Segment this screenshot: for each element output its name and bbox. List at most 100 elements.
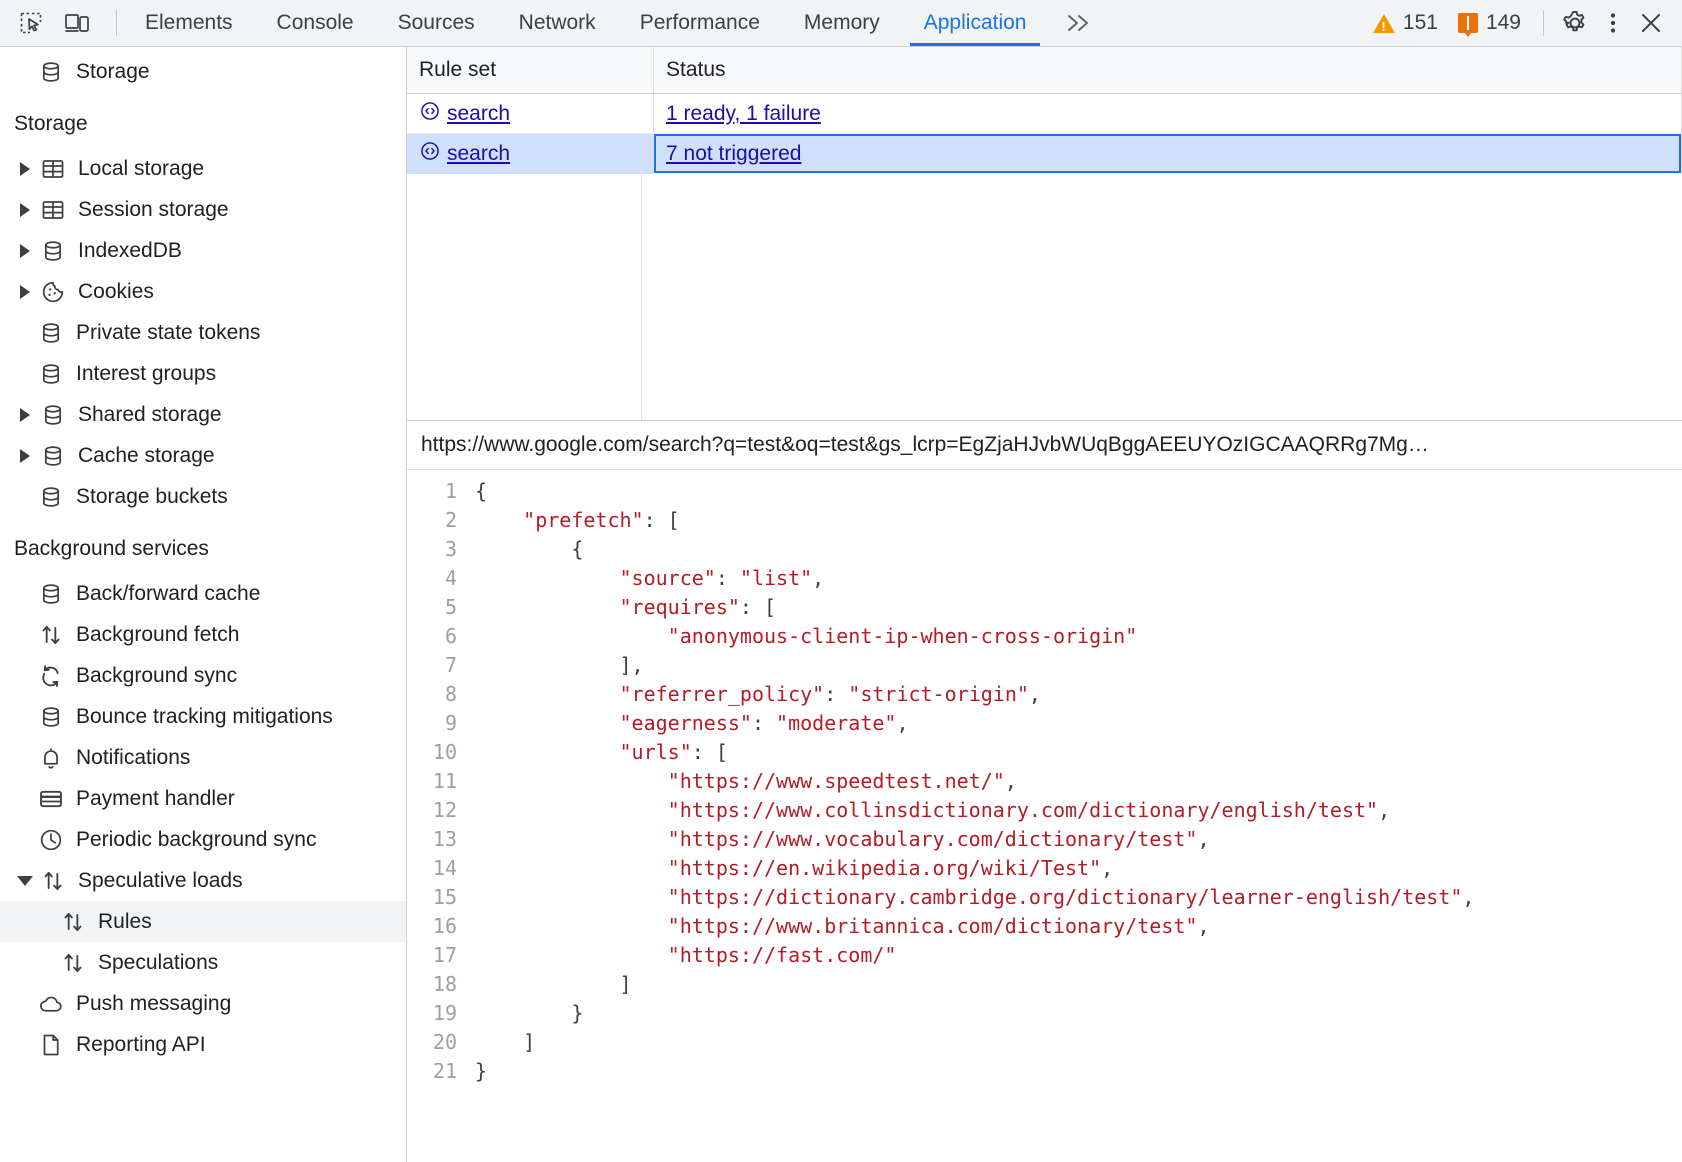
sidebar-item-indexeddb[interactable]: IndexedDB	[0, 230, 406, 271]
code-string: "https://www.speedtest.net/"	[668, 769, 1005, 793]
sidebar-item-reporting-api[interactable]: Reporting API	[0, 1024, 406, 1065]
sidebar-item-local-storage[interactable]: Local storage	[0, 148, 406, 189]
gear-icon[interactable]	[1558, 6, 1592, 40]
code-string: "requires"	[620, 595, 740, 619]
sidebar-section-storage-title: Storage	[0, 100, 406, 148]
collapse-triangle-icon[interactable]	[14, 876, 36, 886]
sidebar-item-label: Payment handler	[76, 788, 235, 809]
more-tabs-chevron-icon[interactable]	[1048, 0, 1110, 46]
code-punctuation: ,	[1029, 682, 1041, 706]
code-punctuation: ,	[896, 711, 908, 735]
sidebar-item-storage-top[interactable]: Storage	[0, 51, 406, 92]
device-toolbar-icon[interactable]	[60, 6, 94, 40]
sidebar-item-speculations[interactable]: Speculations	[0, 942, 406, 983]
sidebar-item-periodic-background-sync[interactable]: Periodic background sync	[0, 819, 406, 860]
database-icon	[38, 238, 68, 264]
expand-triangle-icon[interactable]	[14, 162, 36, 176]
sidebar-item-storage-buckets[interactable]: Storage buckets	[0, 476, 406, 517]
code-punctuation	[475, 682, 620, 706]
sidebar-item-private-state-tokens[interactable]: Private state tokens	[0, 312, 406, 353]
code-punctuation: ,	[1197, 827, 1209, 851]
panel-tabs: Elements Console Sources Network Perform…	[123, 0, 1110, 46]
rule-set-link[interactable]: search	[447, 102, 510, 126]
sidebar-item-label: Cache storage	[78, 445, 215, 466]
rule-set-source-code[interactable]: 1{2 "prefetch": [3 {4 "source": "list",5…	[407, 470, 1682, 1162]
sidebar-item-interest-groups[interactable]: Interest groups	[0, 353, 406, 394]
sidebar-item-session-storage[interactable]: Session storage	[0, 189, 406, 230]
tab-performance[interactable]: Performance	[618, 0, 782, 46]
sidebar-item-bounce-tracking-mitigations[interactable]: Bounce tracking mitigations	[0, 696, 406, 737]
sidebar-item-payment-handler[interactable]: Payment handler	[0, 778, 406, 819]
expand-triangle-icon[interactable]	[14, 449, 36, 463]
sidebar-item-notifications[interactable]: Notifications	[0, 737, 406, 778]
sidebar-item-push-messaging[interactable]: Push messaging	[0, 983, 406, 1024]
code-punctuation	[475, 943, 668, 967]
kebab-menu-icon[interactable]	[1596, 6, 1630, 40]
sidebar-item-back-forward-cache[interactable]: Back/forward cache	[0, 573, 406, 614]
database-icon	[36, 484, 66, 510]
tab-sources[interactable]: Sources	[376, 0, 497, 46]
sidebar-item-background-fetch[interactable]: Background fetch	[0, 614, 406, 655]
expand-triangle-icon[interactable]	[14, 203, 36, 217]
column-header-rule-set[interactable]: Rule set	[407, 47, 654, 94]
code-string: "list"	[740, 566, 812, 590]
tab-application[interactable]: Application	[902, 0, 1049, 46]
code-line-content: ]	[475, 970, 632, 999]
code-line-content: ],	[475, 651, 644, 680]
table-row[interactable]: search 1 ready, 1 failure	[407, 94, 1682, 134]
code-punctuation	[475, 798, 668, 822]
expand-triangle-icon[interactable]	[14, 244, 36, 258]
code-punctuation	[475, 566, 620, 590]
status-cell[interactable]: 1 ready, 1 failure	[654, 94, 1682, 134]
expand-triangle-icon[interactable]	[14, 408, 36, 422]
close-icon[interactable]	[1634, 6, 1668, 40]
column-header-status[interactable]: Status	[654, 47, 1682, 94]
code-string: "strict-origin"	[848, 682, 1029, 706]
code-line: 3 {	[407, 535, 1682, 564]
code-punctuation: ,	[1101, 856, 1113, 880]
code-punctuation: }	[475, 1001, 583, 1025]
tab-memory[interactable]: Memory	[782, 0, 902, 46]
sidebar-item-label: Cookies	[78, 281, 154, 302]
tab-console[interactable]: Console	[255, 0, 376, 46]
rule-set-url: https://www.google.com/search?q=test&oq=…	[407, 421, 1682, 470]
updown-arrows-icon	[38, 868, 68, 894]
warning-count-button[interactable]: ! 151	[1365, 11, 1446, 35]
sidebar-item-label: Local storage	[78, 158, 204, 179]
rule-set-cell[interactable]: search	[407, 134, 654, 174]
tab-network[interactable]: Network	[497, 0, 618, 46]
table-row[interactable]: search 7 not triggered	[407, 134, 1682, 174]
code-line-content: "https://www.speedtest.net/",	[475, 767, 1017, 796]
database-icon	[36, 704, 66, 730]
rule-set-link[interactable]: search	[447, 142, 510, 166]
tab-elements[interactable]: Elements	[123, 0, 255, 46]
status-cell[interactable]: 7 not triggered	[654, 134, 1682, 174]
rule-set-cell[interactable]: search	[407, 94, 654, 134]
code-string: "eagerness"	[620, 711, 752, 735]
code-string: "https://en.wikipedia.org/wiki/Test"	[668, 856, 1101, 880]
sidebar-item-label: Speculations	[98, 952, 218, 973]
code-string: "anonymous-client-ip-when-cross-origin"	[668, 624, 1138, 648]
sidebar-item-shared-storage[interactable]: Shared storage	[0, 394, 406, 435]
sidebar-item-cache-storage[interactable]: Cache storage	[0, 435, 406, 476]
line-number: 11	[407, 767, 475, 796]
code-string: "source"	[620, 566, 716, 590]
sidebar-item-speculative-loads[interactable]: Speculative loads	[0, 860, 406, 901]
sidebar-item-cookies[interactable]: Cookies	[0, 271, 406, 312]
status-link[interactable]: 1 ready, 1 failure	[666, 102, 821, 126]
line-number: 16	[407, 912, 475, 941]
code-line-content: "anonymous-client-ip-when-cross-origin"	[475, 622, 1137, 651]
code-punctuation: ,	[1197, 914, 1209, 938]
error-count-button[interactable]: 149	[1450, 11, 1529, 35]
updown-arrows-icon	[58, 950, 88, 976]
inspect-element-icon[interactable]	[14, 6, 48, 40]
code-string: "https://www.vocabulary.com/dictionary/t…	[668, 827, 1198, 851]
line-number: 3	[407, 535, 475, 564]
sidebar-item-rules[interactable]: Rules	[0, 901, 406, 942]
expand-triangle-icon[interactable]	[14, 285, 36, 299]
code-line-content: "urls": [	[475, 738, 728, 767]
sidebar-item-background-sync[interactable]: Background sync	[0, 655, 406, 696]
status-link[interactable]: 7 not triggered	[666, 142, 801, 166]
code-line-content: "https://www.britannica.com/dictionary/t…	[475, 912, 1210, 941]
database-icon	[36, 581, 66, 607]
